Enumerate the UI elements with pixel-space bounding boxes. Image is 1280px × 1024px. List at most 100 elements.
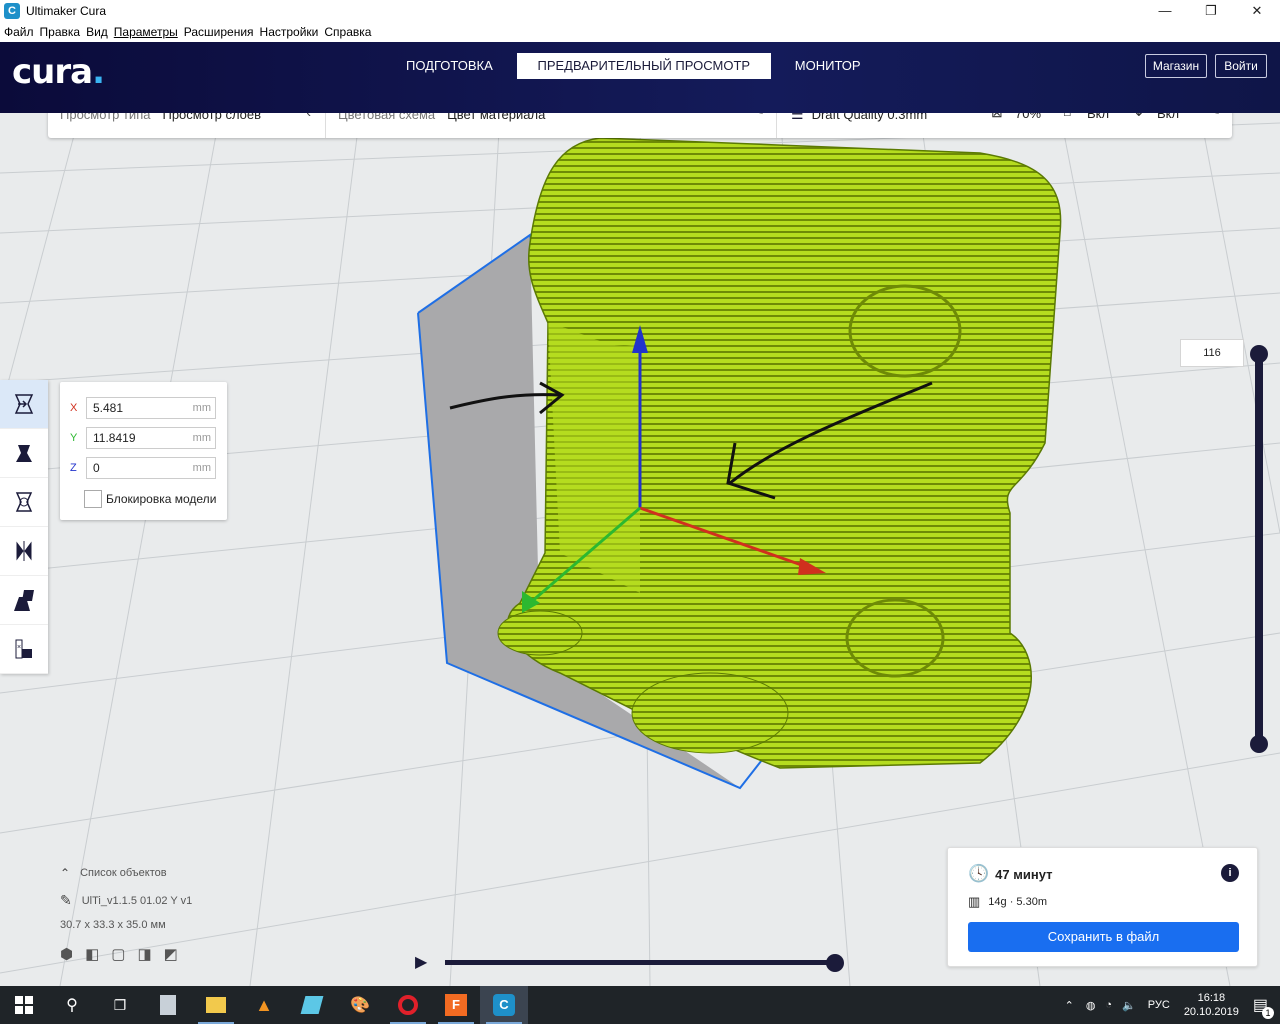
- object-list: ⌃ Список объектов ✎ UlTi_v1.1.5 01.02 Y …: [60, 866, 300, 963]
- taskbar-cura[interactable]: C: [480, 986, 528, 1024]
- close-button[interactable]: ✕: [1234, 0, 1280, 22]
- taskbar-fusion360[interactable]: F: [432, 986, 480, 1024]
- layer-slider-top-handle[interactable]: [1250, 345, 1268, 363]
- profile-value: Draft Quality 0.3mm: [811, 113, 928, 122]
- layer-number-input[interactable]: 116: [1180, 339, 1244, 367]
- move-tool-panel: X 5.481 mm Y 11.8419 mm Z 0 mm Блокировка м…: [60, 382, 227, 520]
- cura-icon: C: [493, 994, 515, 1016]
- menu-help[interactable]: Справка: [324, 25, 371, 39]
- color-scheme-value: Цвет материала: [447, 113, 546, 122]
- tab-preview[interactable]: ПРЕДВАРИТЕЛЬНЫЙ ПРОСМОТР: [516, 53, 771, 79]
- menu-extensions[interactable]: Расширения: [184, 25, 254, 39]
- taskbar-vlc[interactable]: ▲: [240, 986, 288, 1024]
- system-tray: ⌃ ◍ ◔ 🔈 РУС 16:18 20.10.2019 ▤ 1: [1065, 986, 1280, 1024]
- taskbar-app-blue[interactable]: [288, 986, 336, 1024]
- rotate-tool-button[interactable]: [0, 478, 48, 527]
- clock-time: 16:18: [1197, 992, 1226, 1004]
- cura-logo: cura.: [12, 52, 105, 92]
- volume-icon[interactable]: 🔈: [1122, 999, 1136, 1012]
- taskbar-calculator[interactable]: [144, 986, 192, 1024]
- windows-start-button[interactable]: [0, 986, 48, 1024]
- save-to-file-button[interactable]: Сохранить в файл: [968, 922, 1239, 952]
- taskbar-paint[interactable]: 🎨: [336, 986, 384, 1024]
- object-name: UlTi_v1.1.5 01.02 Y v1: [81, 894, 193, 907]
- scale-tool-button[interactable]: [0, 429, 48, 478]
- color-scheme-selector[interactable]: Цветовая схема Цвет материала ✎: [326, 113, 776, 138]
- lock-model-label: Блокировка модели: [106, 492, 217, 506]
- rotate-icon: [15, 492, 33, 512]
- tab-monitor[interactable]: МОНИТОР: [779, 53, 877, 79]
- view-left-icon[interactable]: ◨: [137, 945, 151, 963]
- chevron-left-icon[interactable]: ‹: [306, 113, 311, 120]
- menu-settings[interactable]: Параметры: [114, 25, 178, 39]
- view-type-value: Просмотр слоёв: [162, 113, 262, 122]
- z-axis-label: Z: [70, 462, 77, 474]
- taskbar-file-explorer[interactable]: [192, 986, 240, 1024]
- chevron-up-icon[interactable]: ⌃: [60, 866, 70, 880]
- z-coordinate-input[interactable]: 0 mm: [86, 457, 216, 479]
- y-coordinate-input[interactable]: 11.8419 mm: [86, 427, 216, 449]
- network-icon[interactable]: ◍: [1086, 999, 1096, 1012]
- signin-button[interactable]: Войти: [1215, 54, 1267, 78]
- pencil-icon[interactable]: ✎: [60, 892, 72, 909]
- simulation-progress-track[interactable]: [445, 960, 835, 965]
- task-view-button[interactable]: ❐: [96, 986, 144, 1024]
- app-header: cura. ПОДГОТОВКА ПРЕДВАРИТЕЛЬНЫЙ ПРОСМОТ…: [0, 42, 1280, 113]
- tab-prepare[interactable]: ПОДГОТОВКА: [390, 53, 509, 79]
- view-front-icon[interactable]: ◧: [85, 945, 99, 963]
- x-coordinate-input[interactable]: 5.481 mm: [86, 397, 216, 419]
- per-model-settings-button[interactable]: [0, 576, 48, 625]
- mirror-tool-button[interactable]: [0, 527, 48, 576]
- view-3d-icon[interactable]: ⬢: [60, 945, 73, 963]
- support-blocker-button[interactable]: ×: [0, 625, 48, 674]
- print-settings-selector[interactable]: ☰ Draft Quality 0.3mm ⊠ 70% ⌂ Вкл ⇟ Вкл …: [777, 113, 1232, 138]
- search-icon: ⚲: [66, 997, 78, 1014]
- color-scheme-label: Цветовая схема: [338, 113, 436, 122]
- windows-taskbar: ⚲ ❐ ▲ 🎨 F C ⌃ ◍ ◔ 🔈 РУС 16:18 20.10.2019…: [0, 986, 1280, 1024]
- view-top-icon[interactable]: ▢: [111, 945, 125, 963]
- paint-icon: 🎨: [350, 997, 370, 1014]
- adhesion-icon: ⇟: [1133, 113, 1145, 120]
- pencil-icon[interactable]: ✎: [754, 113, 764, 118]
- menu-bar: Файл Правка Вид Параметры Расширения Нас…: [0, 22, 1280, 42]
- minimize-button[interactable]: —: [1142, 0, 1188, 22]
- support-value: Вкл: [1087, 113, 1110, 121]
- y-axis-label: Y: [70, 432, 78, 444]
- taskbar-opera[interactable]: [384, 986, 432, 1024]
- support-blocker-icon: ×: [15, 639, 32, 659]
- mirror-icon: [16, 541, 32, 561]
- vlc-cone-icon: ▲: [255, 994, 273, 1015]
- object-list-title[interactable]: Список объектов: [80, 867, 167, 879]
- object-dimensions: 30.7 x 33.3 x 35.0 мм: [60, 919, 166, 931]
- calculator-icon: [160, 995, 176, 1015]
- chevron-up-icon[interactable]: ⌃: [1065, 999, 1074, 1012]
- view-right-icon[interactable]: ◩: [164, 945, 178, 963]
- wifi-icon[interactable]: ◔: [1105, 999, 1112, 1011]
- notification-center-button[interactable]: ▤ 1: [1253, 995, 1274, 1019]
- search-button[interactable]: ⚲: [48, 986, 96, 1024]
- info-icon[interactable]: i: [1221, 864, 1239, 882]
- view-type-selector[interactable]: Просмотр типа Просмотр слоёв ‹: [48, 113, 325, 138]
- menu-edit[interactable]: Правка: [40, 25, 81, 39]
- clock[interactable]: 16:18 20.10.2019: [1184, 991, 1239, 1019]
- maximize-button[interactable]: ❐: [1188, 0, 1234, 22]
- simulation-handle[interactable]: [826, 954, 844, 972]
- task-view-icon: ❐: [113, 996, 127, 1013]
- print-info-panel: 🕓 47 минут i ▥ 14g · 5.30m Сохранить в ф…: [947, 847, 1258, 967]
- menu-preferences[interactable]: Настройки: [260, 25, 319, 39]
- lock-model-checkbox[interactable]: [84, 490, 102, 508]
- profile-icon: ☰: [791, 113, 804, 122]
- pencil-icon[interactable]: ✎: [1210, 113, 1220, 118]
- move-tool-button[interactable]: [0, 380, 48, 429]
- menu-view[interactable]: Вид: [86, 25, 108, 39]
- folder-icon: [206, 997, 226, 1013]
- input-language[interactable]: РУС: [1148, 999, 1170, 1011]
- scale-icon: [16, 445, 32, 462]
- layer-slider-bottom-handle[interactable]: [1250, 735, 1268, 753]
- adhesion-value: Вкл: [1157, 113, 1180, 121]
- play-icon[interactable]: ▶: [415, 952, 427, 972]
- material-usage: 14g · 5.30m: [988, 896, 1047, 908]
- menu-file[interactable]: Файл: [4, 25, 34, 39]
- marketplace-button[interactable]: Магазин: [1145, 54, 1207, 78]
- layer-slider-track[interactable]: [1255, 353, 1263, 743]
